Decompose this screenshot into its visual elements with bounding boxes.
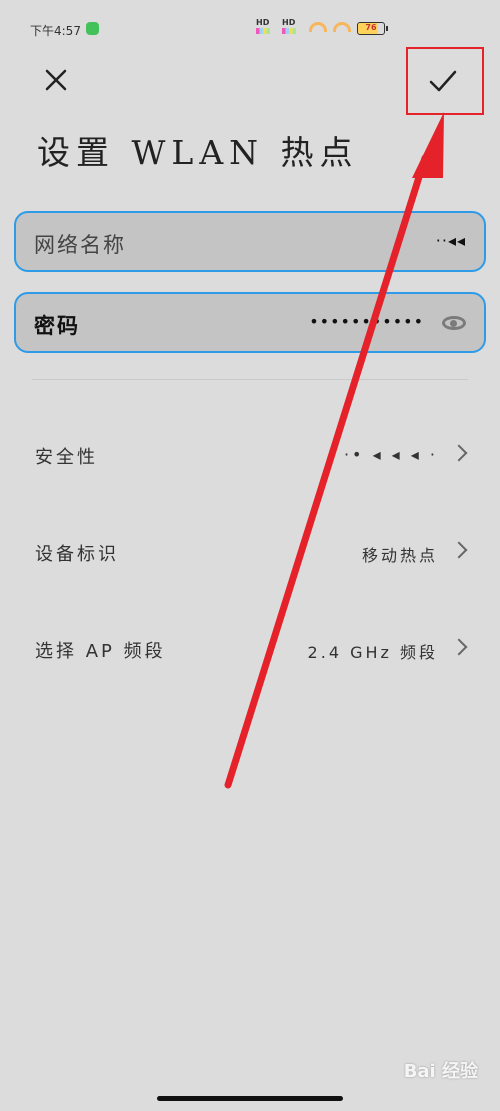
status-bar: 下午4:57 HD HD 76 (0, 0, 500, 60)
show-password-eye-icon[interactable] (442, 316, 466, 330)
status-time: 下午4:57 (30, 24, 81, 38)
chevron-right-icon (450, 444, 468, 462)
section-divider (32, 379, 468, 380)
ap-band-label: 选择 AP 频段 (35, 641, 166, 662)
wechat-notification-icon (86, 22, 99, 35)
checkmark-icon (429, 70, 457, 92)
wifi-icon (309, 22, 327, 32)
device-id-value: 移动热点 (361, 546, 438, 565)
device-id-label: 设备标识 (35, 544, 119, 565)
network-name-label: 网络名称 (34, 233, 126, 257)
page-title: 设置 WLAN 热点 (37, 133, 359, 172)
ap-band-row[interactable]: 选择 AP 频段 2.4 GHz 频段 (0, 619, 500, 679)
network-name-value: ··◂◂ (435, 231, 466, 250)
password-field[interactable]: 密码 ••••••••••• (14, 292, 486, 353)
ap-band-value: 2.4 GHz 频段 (307, 643, 438, 662)
chevron-right-icon (450, 541, 468, 559)
close-icon (45, 69, 67, 91)
security-label: 安全性 (35, 447, 98, 468)
battery-icon: 76 (357, 22, 388, 35)
security-value: ·• ◂ ◂ ◂ · (343, 445, 438, 464)
password-value: ••••••••••• (309, 312, 424, 331)
signal-hd-icon: HD (256, 18, 270, 34)
network-name-field[interactable]: 网络名称 ··◂◂ (14, 211, 486, 272)
signal-hd-icon: HD (282, 18, 296, 34)
hotspot-icon (333, 22, 351, 32)
close-button[interactable] (38, 62, 74, 98)
password-label: 密码 (34, 314, 80, 338)
chevron-right-icon (450, 638, 468, 656)
baidu-watermark: Bai 经验 (403, 1061, 478, 1082)
device-id-row[interactable]: 设备标识 移动热点 (0, 522, 500, 582)
security-row[interactable]: 安全性 ·• ◂ ◂ ◂ · (0, 425, 500, 485)
home-indicator[interactable] (157, 1096, 343, 1101)
confirm-button[interactable] (419, 60, 467, 104)
